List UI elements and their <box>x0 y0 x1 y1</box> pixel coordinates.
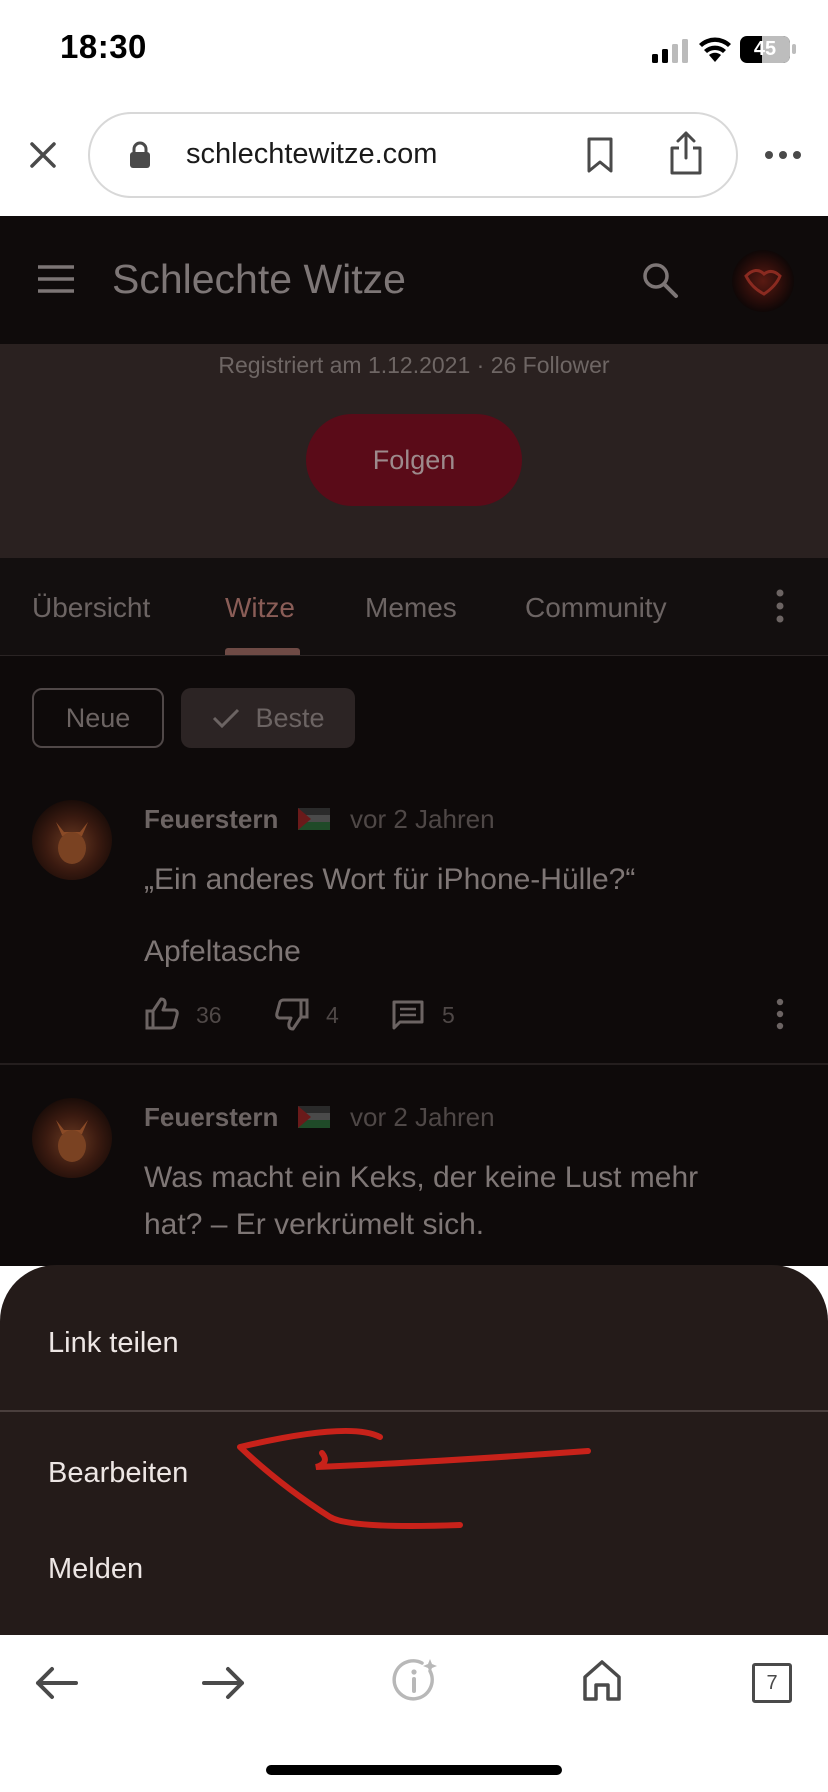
battery-icon: 45 <box>740 36 790 63</box>
report-option[interactable]: Melden <box>48 1553 143 1586</box>
profile-section: Registriert am 1.12.2021 · 26 Follower F… <box>0 344 828 558</box>
tab-count: 7 <box>766 1671 778 1694</box>
share-icon[interactable] <box>668 130 704 176</box>
address-bar[interactable]: schlechtewitze.com <box>88 112 738 198</box>
joke-text-line1: Was macht ein Keks, der keine Lust mehr <box>144 1161 699 1194</box>
dislikes-count: 4 <box>326 1002 339 1028</box>
fox-avatar-icon <box>32 1098 112 1178</box>
forward-arrow-icon[interactable] <box>202 1665 246 1701</box>
url-text[interactable]: schlechtewitze.com <box>186 138 437 171</box>
browser-bar: schlechtewitze.com <box>0 100 828 216</box>
close-icon[interactable] <box>28 140 58 170</box>
avatar[interactable] <box>732 250 794 312</box>
likes-count: 36 <box>196 1002 222 1028</box>
cellular-signal-icon <box>652 39 688 63</box>
app-title[interactable]: Schlechte Witze <box>112 256 406 303</box>
tabs-more-icon[interactable] <box>774 588 786 624</box>
app-header: Schlechte Witze <box>0 216 828 344</box>
sheet-divider <box>0 1410 828 1412</box>
browser-toolbar: 7 <box>0 1635 828 1792</box>
joke-question: „Ein anderes Wort für iPhone-Hülle?“ <box>144 863 636 896</box>
active-tab-indicator <box>225 648 300 655</box>
post-time: vor 2 Jahren <box>350 1102 495 1132</box>
tabs-overview-button[interactable]: 7 <box>752 1663 792 1703</box>
post-divider <box>0 1063 828 1065</box>
menu-icon[interactable] <box>36 264 76 294</box>
check-icon <box>213 708 240 729</box>
tab-memes[interactable]: Memes <box>365 592 457 624</box>
red-arrow-annotation <box>237 1427 591 1529</box>
tab-community[interactable]: Community <box>525 592 667 624</box>
tab-witze[interactable]: Witze <box>225 592 295 624</box>
dragon-emblem-icon <box>744 269 782 296</box>
back-arrow-icon[interactable] <box>34 1665 78 1701</box>
post-avatar[interactable] <box>32 800 112 880</box>
wifi-icon <box>699 37 731 62</box>
more-options-icon[interactable] <box>764 150 802 160</box>
jokes-feed: Neue Beste Feuerstern vor 2 Jahren „Ein … <box>0 656 828 1266</box>
filter-neue-chip[interactable]: Neue <box>32 688 164 748</box>
edit-option[interactable]: Bearbeiten <box>48 1457 188 1490</box>
registration-info: Registriert am 1.12.2021 · 26 Follower <box>218 352 610 378</box>
thumbs-up-icon[interactable] <box>144 996 180 1030</box>
home-icon[interactable] <box>582 1659 622 1701</box>
post-author[interactable]: Feuerstern <box>144 1102 278 1133</box>
post-avatar[interactable] <box>32 1098 112 1178</box>
comments-count: 5 <box>442 1002 455 1028</box>
joke-answer: Apfeltasche <box>144 935 301 968</box>
page-info-sparkle-icon[interactable] <box>392 1657 440 1705</box>
joke-text-line2: hat? – Er verkrümelt sich. <box>144 1208 485 1241</box>
battery-tip <box>792 44 796 54</box>
share-link-option[interactable]: Link teilen <box>48 1327 179 1360</box>
fox-avatar-icon <box>32 800 112 880</box>
post-author[interactable]: Feuerstern <box>144 804 278 835</box>
flag-icon <box>298 808 330 830</box>
status-time: 18:30 <box>60 28 147 65</box>
search-icon[interactable] <box>640 260 680 300</box>
post-more-icon[interactable] <box>774 998 786 1030</box>
thumbs-down-icon[interactable] <box>274 998 310 1032</box>
battery-level: 45 <box>753 38 777 60</box>
post-time: vor 2 Jahren <box>350 804 495 834</box>
status-bar: 18:30 45 <box>0 0 828 100</box>
tab-overview[interactable]: Übersicht <box>32 592 150 624</box>
filter-beste-chip[interactable]: Beste <box>181 688 355 748</box>
bookmark-icon[interactable] <box>584 136 616 174</box>
lock-icon <box>130 141 150 168</box>
comment-icon[interactable] <box>392 1000 424 1030</box>
profile-tabs: Übersicht Witze Memes Community <box>0 558 828 656</box>
flag-icon <box>298 1106 330 1128</box>
filter-beste-label: Beste <box>255 702 325 733</box>
follow-button[interactable]: Folgen <box>306 414 522 506</box>
action-sheet: Link teilen Bearbeiten Melden <box>0 1265 828 1635</box>
home-indicator <box>266 1765 562 1775</box>
